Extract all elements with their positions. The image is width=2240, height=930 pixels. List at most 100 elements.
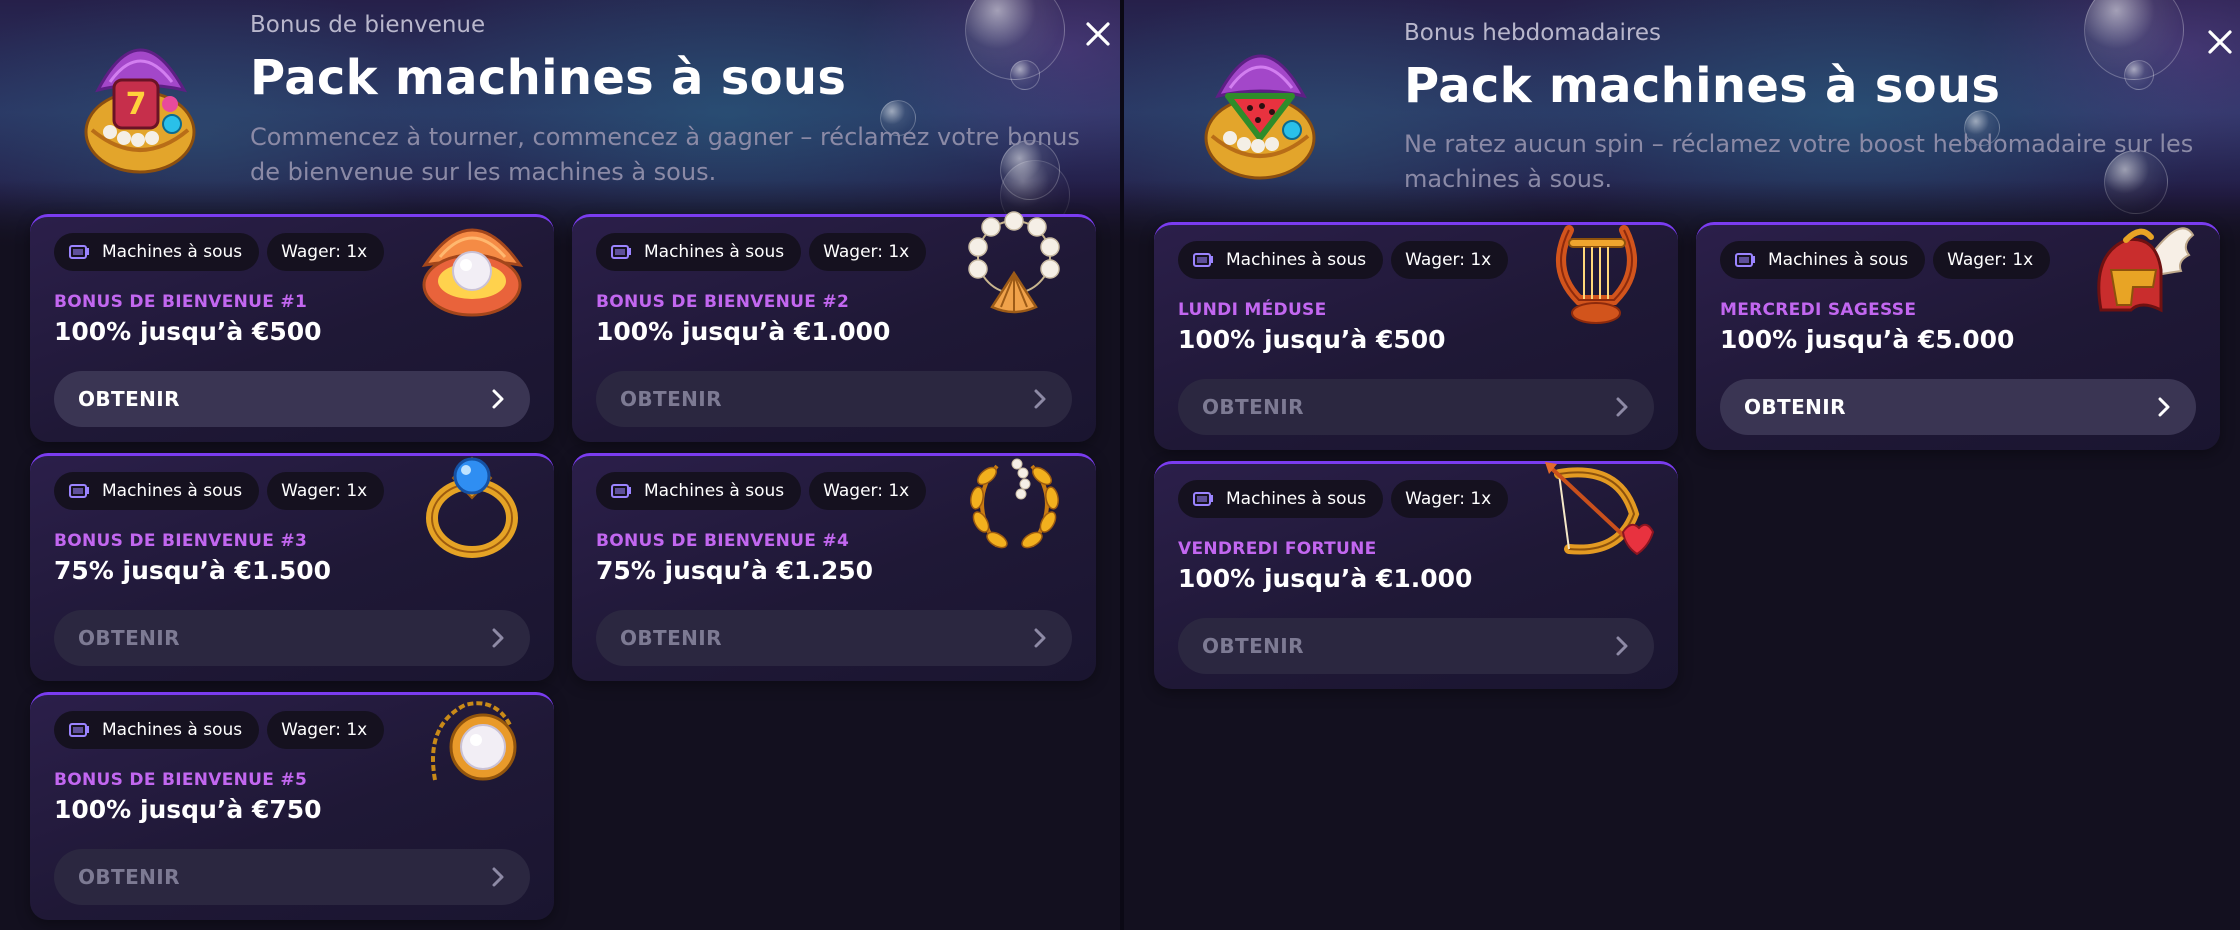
category-label: Machines à sous: [102, 481, 243, 501]
laurel-wreath-icon: [970, 458, 1059, 549]
wager-chip: Wager: 1x: [267, 472, 385, 510]
slot-machine-icon: [611, 245, 631, 259]
bonus-amount: 100% jusqu’à €500: [54, 317, 322, 346]
bonus-card: Machines à sous Wager: 1x BONUS DE BIENV…: [572, 211, 1096, 442]
chevron-right-icon: [1034, 628, 1046, 648]
category-chip: Machines à sous: [1720, 241, 1926, 279]
wager-label: Wager: 1x: [281, 242, 368, 262]
pearl-bracelet-icon: [968, 211, 1060, 314]
panel-title: Pack machines à sous: [250, 50, 847, 106]
obtain-button[interactable]: OBTENIR: [54, 371, 530, 427]
chevron-right-icon: [2158, 397, 2170, 417]
obtain-button[interactable]: OBTENIR: [596, 371, 1072, 427]
category-chip: Machines à sous: [54, 233, 260, 271]
category-label: Machines à sous: [1768, 250, 1909, 270]
category-chip: Machines à sous: [54, 711, 260, 749]
category-label: Machines à sous: [644, 242, 785, 262]
bonus-label: BONUS DE BIENVENUE #1: [54, 292, 308, 312]
obtain-button-label: OBTENIR: [1744, 395, 1846, 419]
wager-label: Wager: 1x: [1405, 489, 1492, 509]
bonus-amount: 100% jusqu’à €500: [1178, 325, 1446, 354]
category-chip: Machines à sous: [1178, 241, 1384, 279]
panel-subtitle: Bonus hebdomadaires: [1404, 20, 1661, 46]
bonus-card: Machines à sous Wager: 1x BONUS DE BIENV…: [30, 214, 554, 442]
obtain-button[interactable]: OBTENIR: [1178, 618, 1654, 674]
bonus-label: BONUS DE BIENVENUE #4: [596, 531, 850, 551]
chevron-right-icon: [1616, 397, 1628, 417]
chevron-right-icon: [492, 628, 504, 648]
panel-description: Ne ratez aucun spin – réclamez votre boo…: [1404, 130, 2194, 193]
bonus-amount: 100% jusqu’à €1.000: [596, 317, 891, 346]
bonus-label: MERCREDI SAGESSE: [1720, 300, 1917, 320]
slot-machine-icon: [611, 484, 631, 498]
obtain-button-label: OBTENIR: [78, 626, 180, 650]
obtain-button-label: OBTENIR: [1202, 634, 1304, 658]
slot-machine-icon: [1735, 253, 1755, 267]
category-label: Machines à sous: [102, 242, 243, 262]
obtain-button-label: OBTENIR: [620, 626, 722, 650]
wager-label: Wager: 1x: [823, 242, 910, 262]
bonus-label: VENDREDI FORTUNE: [1178, 539, 1377, 559]
bonus-amount: 100% jusqu’à €5.000: [1720, 325, 2015, 354]
lyre-icon: [1556, 225, 1637, 324]
winged-helmet-icon: [2097, 227, 2195, 313]
panel-description: Commencez à tourner, commencez à gagner …: [250, 123, 1080, 186]
bonus-card: Machines à sous Wager: 1x BONUS DE BIENV…: [572, 453, 1096, 681]
wager-chip: Wager: 1x: [267, 711, 385, 749]
bonus-card: Machines à sous Wager: 1x BONUS DE BIENV…: [30, 692, 554, 920]
obtain-button[interactable]: OBTENIR: [1178, 379, 1654, 435]
category-label: Machines à sous: [102, 720, 243, 740]
slot-machine-icon: [69, 245, 89, 259]
wager-chip: Wager: 1x: [1933, 241, 2051, 279]
bonus-card: Machines à sous Wager: 1x MERCREDI SAGES…: [1696, 222, 2220, 450]
weekly-bonus-panel: Bonus hebdomadaires Pack machines à sous…: [1124, 0, 2240, 930]
wager-label: Wager: 1x: [1947, 250, 2034, 270]
wager-chip: Wager: 1x: [809, 472, 927, 510]
svg-text:7: 7: [126, 87, 147, 122]
category-label: Machines à sous: [644, 481, 785, 501]
bonus-label: BONUS DE BIENVENUE #2: [596, 292, 850, 312]
obtain-button-label: OBTENIR: [78, 387, 180, 411]
bonus-amount: 100% jusqu’à €1.000: [1178, 564, 1473, 593]
bubble-decoration: [1010, 60, 1040, 90]
category-label: Machines à sous: [1226, 489, 1367, 509]
obtain-button[interactable]: OBTENIR: [54, 610, 530, 666]
chevron-right-icon: [1616, 636, 1628, 656]
bonus-card: Machines à sous Wager: 1x VENDREDI FORTU…: [1154, 461, 1678, 689]
slot-machine-icon: [1193, 492, 1213, 506]
wager-chip: Wager: 1x: [809, 233, 927, 271]
chevron-right-icon: [1034, 389, 1046, 409]
obtain-button[interactable]: OBTENIR: [596, 610, 1072, 666]
wager-label: Wager: 1x: [281, 720, 368, 740]
close-icon[interactable]: [1078, 14, 1118, 54]
wager-label: Wager: 1x: [281, 481, 368, 501]
wager-chip: Wager: 1x: [1391, 480, 1509, 518]
obtain-button[interactable]: OBTENIR: [1720, 379, 2196, 435]
panel-subtitle: Bonus de bienvenue: [250, 12, 486, 38]
wager-label: Wager: 1x: [1405, 250, 1492, 270]
cupid-bow-icon: [1545, 462, 1654, 556]
category-chip: Machines à sous: [54, 472, 260, 510]
close-icon[interactable]: [2200, 22, 2240, 62]
slot-machine-icon: [69, 484, 89, 498]
slot-machine-icon: [69, 723, 89, 737]
wager-chip: Wager: 1x: [1391, 241, 1509, 279]
chevron-right-icon: [492, 389, 504, 409]
welcome-bonus-panel: 7 Bonus de bienvenue Pack machines à sou…: [0, 0, 1120, 930]
bubble-decoration: [2124, 60, 2154, 90]
category-chip: Machines à sous: [596, 233, 802, 271]
bonus-label: BONUS DE BIENVENUE #5: [54, 770, 308, 790]
category-chip: Machines à sous: [1178, 480, 1384, 518]
sapphire-ring-icon: [426, 456, 518, 558]
bonus-card: Machines à sous Wager: 1x LUNDI MÉDUSE 1…: [1154, 222, 1678, 450]
wager-label: Wager: 1x: [823, 481, 910, 501]
pearl-shell-icon: [421, 228, 524, 317]
chevron-right-icon: [492, 867, 504, 887]
pearl-necklace-icon: [431, 701, 517, 781]
watermelon-shell-icon: [1204, 54, 1316, 180]
obtain-button[interactable]: OBTENIR: [54, 849, 530, 905]
wager-chip: Wager: 1x: [267, 233, 385, 271]
bonus-card: Machines à sous Wager: 1x BONUS DE BIENV…: [30, 453, 554, 681]
obtain-button-label: OBTENIR: [78, 865, 180, 889]
treasure-shell-icon: 7: [84, 48, 196, 174]
